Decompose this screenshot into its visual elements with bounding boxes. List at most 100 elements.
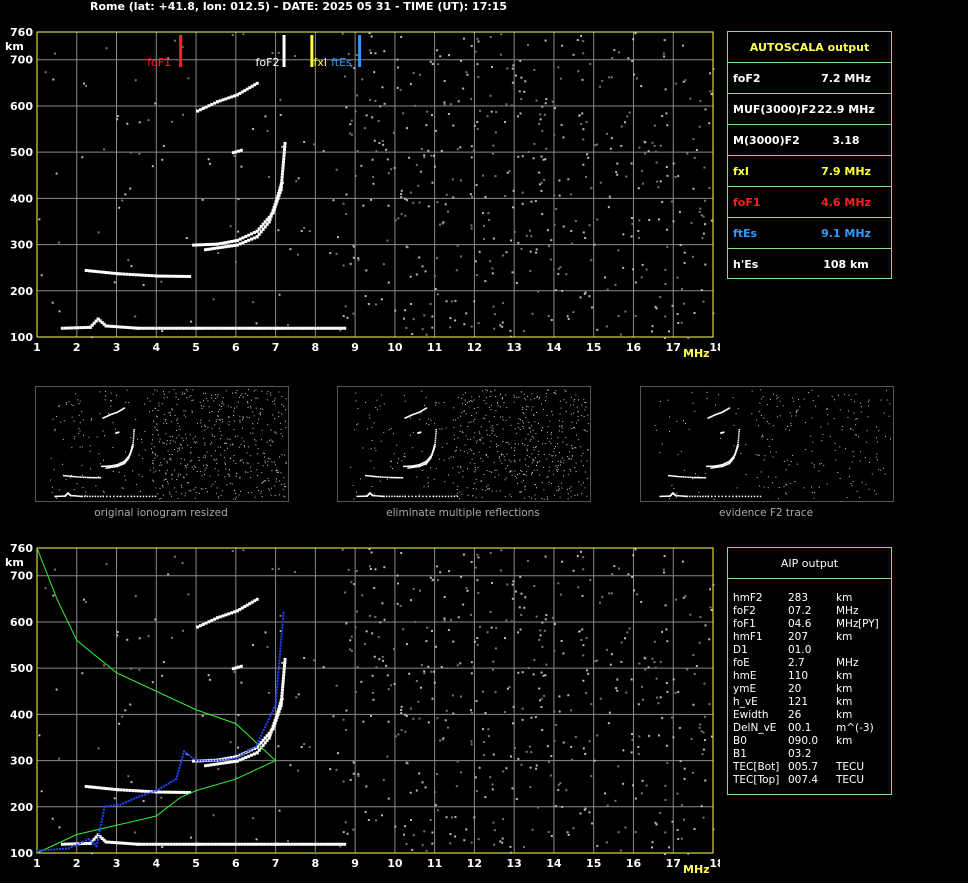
noise-dot	[445, 709, 448, 712]
thumb-dot	[282, 488, 284, 490]
thumb-dot	[242, 396, 244, 398]
echo-point	[124, 325, 128, 329]
noise-dot	[231, 550, 234, 553]
noise-dot	[659, 144, 662, 147]
noise-dot	[445, 193, 448, 196]
echo-point	[340, 326, 344, 330]
thumb-dot	[231, 392, 233, 394]
echo-point	[225, 326, 229, 330]
echo-point	[325, 842, 329, 846]
thumb-trace	[676, 494, 678, 497]
thumb-dot	[50, 457, 52, 459]
noise-dot	[55, 688, 58, 691]
thumb-dot	[190, 452, 192, 454]
thumb-dot	[227, 438, 229, 440]
thumb-dot	[469, 462, 471, 464]
thumb-dot	[237, 401, 239, 403]
noise-dot	[345, 709, 348, 712]
thumb-dot	[785, 492, 787, 494]
thumb-dot	[201, 426, 203, 428]
noise-dot	[674, 175, 677, 178]
echo-point	[176, 274, 180, 278]
noise-dot	[349, 778, 352, 781]
noise-dot	[545, 147, 548, 150]
noise-dot	[589, 62, 592, 65]
noise-dot	[396, 58, 399, 61]
noise-dot	[392, 647, 395, 650]
thumb-dot	[186, 437, 188, 439]
thumb-dot	[758, 454, 760, 456]
noise-dot	[97, 747, 100, 750]
thumb-dot	[460, 467, 462, 469]
noise-dot	[693, 828, 696, 831]
noise-dot	[281, 661, 284, 664]
noise-dot	[663, 852, 666, 855]
thumb-dot	[211, 427, 213, 429]
aip-key: D1	[733, 644, 748, 656]
thumb-dot	[428, 418, 430, 420]
aip-key: foE	[733, 657, 750, 669]
thumb-dot	[228, 475, 230, 477]
echo-point	[182, 790, 186, 794]
noise-dot	[611, 573, 614, 576]
thumb-trace	[388, 476, 391, 479]
thumb-dot	[202, 456, 204, 458]
thumb-dot	[416, 476, 418, 478]
thumb-trace	[718, 466, 721, 468]
noise-dot	[683, 777, 686, 780]
noise-dot	[517, 671, 520, 674]
thumb-dot	[210, 394, 212, 396]
thumb-dot	[137, 438, 139, 440]
noise-dot	[530, 716, 533, 719]
noise-dot	[459, 146, 462, 149]
thumb-dot	[194, 497, 196, 499]
thumb-dot	[177, 450, 179, 452]
noise-dot	[495, 111, 498, 114]
echo-point	[290, 326, 294, 330]
noise-dot	[341, 548, 344, 551]
noise-dot	[665, 228, 668, 231]
noise-dot	[521, 707, 524, 710]
thumb-dot	[775, 476, 777, 478]
profile-point	[281, 629, 284, 632]
thumb-dot	[516, 397, 518, 399]
thumb-dot	[587, 449, 589, 451]
thumb-dot	[201, 475, 203, 477]
echo-point	[159, 274, 163, 278]
thumb-trace	[378, 476, 380, 478]
echo-point	[272, 326, 276, 330]
thumb-dot	[569, 404, 571, 406]
noise-dot	[415, 164, 418, 167]
thumb-dot	[362, 447, 364, 449]
thumb-dot	[855, 393, 857, 395]
thumb-dot	[72, 404, 74, 406]
thumb-dot	[234, 436, 236, 438]
thumb-dot	[245, 471, 247, 473]
thumb-trace	[710, 467, 712, 469]
echo-point	[136, 326, 140, 330]
thumb-dot	[565, 410, 567, 412]
noise-dot	[375, 666, 378, 669]
thumb-dot	[203, 400, 205, 402]
autoscala-row: M(3000)F2 3.18	[728, 124, 891, 155]
noise-dot	[582, 40, 585, 43]
echo-point	[221, 614, 225, 618]
thumb-dot	[222, 490, 224, 492]
noise-dot	[630, 751, 633, 754]
noise-dot	[44, 587, 47, 590]
noise-dot	[297, 177, 300, 180]
noise-dot	[606, 132, 609, 135]
thumb-dot	[508, 443, 510, 445]
noise-dot	[641, 698, 644, 701]
noise-dot	[313, 659, 316, 662]
noise-dot	[701, 237, 704, 240]
thumb-dot	[826, 408, 828, 410]
noise-dot	[693, 156, 696, 159]
thumb-dot	[567, 498, 569, 500]
noise-dot	[370, 551, 373, 554]
noise-dot	[352, 245, 355, 248]
noise-dot	[255, 322, 258, 325]
thumb-dot	[859, 460, 861, 462]
noise-dot	[586, 669, 589, 672]
noise-dot	[417, 700, 420, 703]
